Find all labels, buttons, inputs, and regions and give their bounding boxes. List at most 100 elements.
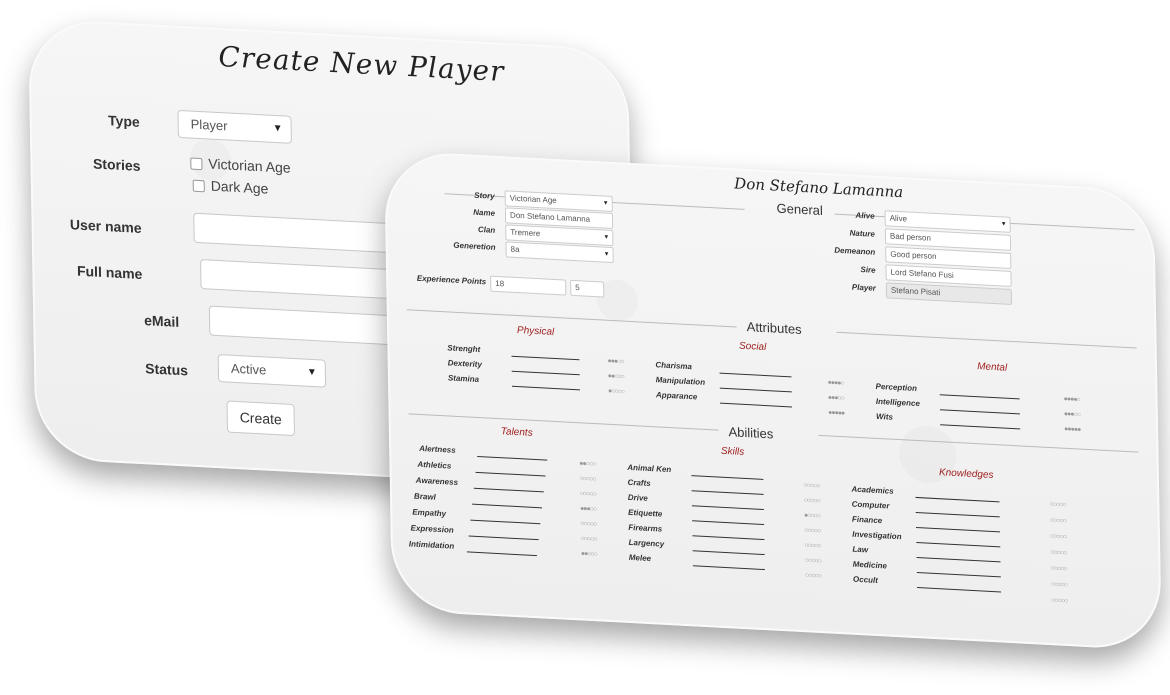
divider	[818, 434, 1139, 453]
story-checkbox-dark-age[interactable]: Dark Age	[192, 177, 268, 197]
trait-value-line[interactable]	[511, 370, 580, 376]
trait-value-line[interactable]	[917, 587, 1002, 593]
talent-value-line[interactable]	[473, 487, 544, 493]
checkbox-icon[interactable]	[192, 179, 205, 193]
general-field-value: 8a	[510, 244, 520, 255]
trait-value-line[interactable]	[719, 372, 792, 378]
rating-dots[interactable]: ○○○○○	[579, 475, 595, 483]
general-field-label: Demeanon	[834, 245, 876, 257]
trait-label: Investigation	[852, 529, 902, 542]
rating-dots[interactable]: ○○○○○	[1051, 565, 1067, 573]
trait-label: Finance	[851, 514, 883, 526]
trait-value-line[interactable]	[939, 394, 1020, 400]
rating-dots[interactable]: ●●●○○	[828, 394, 844, 402]
trait-value-line[interactable]	[511, 385, 580, 391]
chevron-down-icon: ▼	[603, 234, 610, 241]
rating-dots[interactable]: ○○○○○	[1051, 581, 1067, 589]
trait-value-line[interactable]	[511, 355, 580, 361]
rating-dots[interactable]: ○○○○○	[1049, 501, 1065, 509]
rating-dots[interactable]: ○○○○○	[805, 557, 821, 565]
username-input[interactable]	[193, 212, 410, 255]
rating-dots[interactable]: ●●●○○	[580, 505, 596, 513]
talent-value-line[interactable]	[466, 551, 537, 557]
trait-value-line[interactable]	[691, 490, 764, 495]
trait-value-line[interactable]	[720, 402, 793, 408]
chevron-down-icon: ▼	[306, 366, 317, 379]
trait-value-line[interactable]	[940, 424, 1021, 430]
rating-dots[interactable]: ○○○○○	[804, 527, 820, 535]
trait-label: Firearms	[628, 522, 663, 534]
rating-dots[interactable]: ●●○○○	[608, 373, 624, 381]
trait-value-line[interactable]	[915, 496, 1000, 503]
trait-value-line[interactable]	[691, 505, 764, 510]
talent-value-line[interactable]	[470, 519, 541, 525]
rating-dots[interactable]: ●○○○○	[804, 512, 820, 520]
rating-dots[interactable]: ●●●○○	[1064, 411, 1080, 419]
type-label: Type	[107, 112, 140, 130]
rating-dots[interactable]: ○○○○○	[580, 490, 596, 498]
trait-value-line[interactable]	[692, 520, 765, 526]
trait-label: Etiquette	[627, 507, 663, 519]
trait-value-line[interactable]	[692, 565, 765, 571]
chevron-down-icon: ▼	[272, 122, 283, 135]
chevron-down-icon: ▼	[602, 200, 609, 207]
rating-dots[interactable]: ○○○○○	[805, 572, 821, 580]
general-field-label: Player	[851, 282, 876, 293]
rating-dots[interactable]: ○○○○○	[803, 482, 819, 490]
rating-dots[interactable]: ○○○○○	[581, 535, 597, 543]
status-select-value: Active	[230, 360, 267, 378]
rating-dots[interactable]: ○○○○○	[804, 542, 820, 550]
trait-label: Drive	[627, 492, 648, 503]
abilities-heading: Abilities	[728, 424, 774, 442]
talent-label: Awareness	[415, 475, 459, 487]
rating-dots[interactable]: ○○○○○	[804, 497, 820, 505]
talent-value-line[interactable]	[475, 471, 546, 477]
talent-value-line[interactable]	[472, 503, 543, 509]
rating-dots[interactable]: ●●●●●	[1064, 426, 1080, 434]
talent-value-line[interactable]	[477, 455, 548, 461]
general-field-value: Alive	[889, 213, 908, 224]
general-field-label: Generetion	[453, 240, 496, 252]
rating-dots[interactable]: ●●●●●	[828, 409, 844, 417]
trait-value-line[interactable]	[916, 557, 1001, 563]
status-select[interactable]: Active ▼	[217, 354, 327, 388]
rating-dots[interactable]: ●●●●○	[828, 379, 844, 387]
checkbox-icon[interactable]	[190, 157, 203, 171]
trait-value-line[interactable]	[916, 526, 1001, 533]
experience-total-input[interactable]: 18	[490, 275, 567, 296]
create-button[interactable]: Create	[226, 400, 296, 437]
trait-value-line[interactable]	[916, 541, 1001, 548]
type-select[interactable]: Player ▼	[177, 109, 292, 144]
trait-value-line[interactable]	[692, 535, 765, 541]
physical-group-label: Physical	[516, 324, 555, 338]
trait-label: Academics	[851, 484, 894, 496]
rating-dots[interactable]: ●●○○○	[579, 460, 595, 468]
experience-free-input[interactable]: 5	[570, 279, 605, 298]
talent-value-line[interactable]	[468, 535, 539, 541]
rating-dots[interactable]: ●●●●○	[1064, 396, 1080, 404]
trait-value-line[interactable]	[691, 475, 764, 480]
trait-value-line[interactable]	[939, 409, 1020, 415]
trait-value-line[interactable]	[916, 572, 1001, 578]
type-select-value: Player	[190, 116, 228, 134]
rating-dots[interactable]: ●○○○○	[608, 388, 624, 396]
trait-label: Computer	[851, 499, 890, 511]
trait-label: Largency	[628, 537, 665, 549]
character-sheet-panel: Don Stefano Lamanna General Story Victori…	[384, 150, 1162, 651]
rating-dots[interactable]: ○○○○○	[1050, 517, 1066, 525]
trait-label: Animal Ken	[627, 462, 672, 475]
story-option-label: Victorian Age	[208, 155, 291, 176]
trait-value-line[interactable]	[692, 550, 765, 556]
trait-value-line[interactable]	[915, 511, 1000, 518]
rating-dots[interactable]: ○○○○○	[580, 520, 596, 528]
general-field-label: Clan	[477, 224, 496, 235]
story-checkbox-victorian[interactable]: Victorian Age	[190, 155, 291, 176]
rating-dots[interactable]: ●●●○○	[607, 358, 623, 366]
rating-dots[interactable]: ○○○○○	[1051, 597, 1067, 605]
rating-dots[interactable]: ○○○○○	[1050, 549, 1066, 557]
rating-dots[interactable]: ○○○○○	[1050, 533, 1066, 541]
rating-dots[interactable]: ●●○○○	[581, 550, 597, 558]
trait-label: Dexterity	[447, 358, 482, 370]
trait-value-line[interactable]	[719, 387, 792, 393]
general-field-label: Nature	[849, 228, 876, 239]
